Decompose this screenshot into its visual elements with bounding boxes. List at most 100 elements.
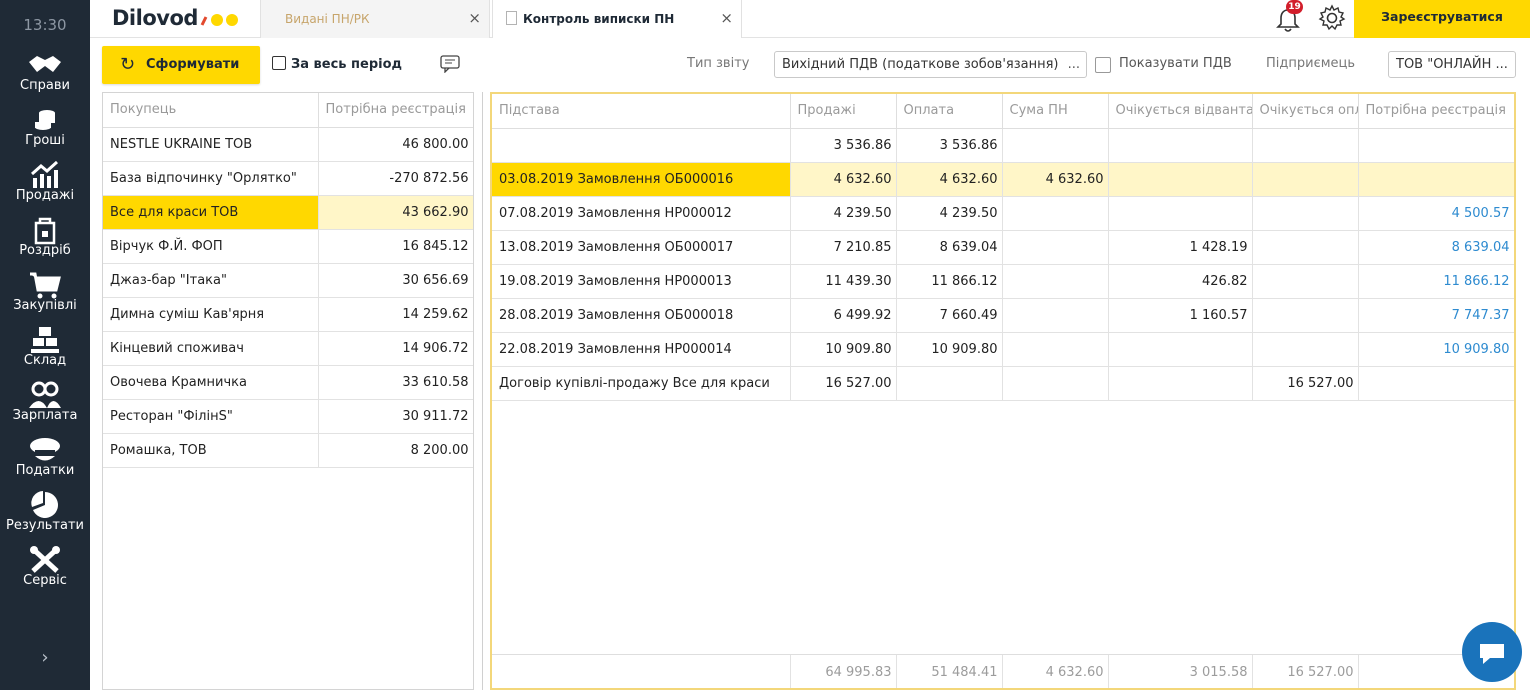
close-tab-icon[interactable]: × [468,9,481,27]
sidebar-item-zarplata[interactable]: Зарплата [0,380,90,435]
buyer-cell: Овочева Крамничка [103,365,319,400]
column-header-payment[interactable]: Оплата [896,94,1003,129]
expected-shipment-cell: 1 160.57 [1108,298,1253,333]
sidebar-item-sklad[interactable]: Склад [0,325,90,380]
column-header-basis[interactable]: Підстава [492,94,791,129]
table-row[interactable]: Кінцевий споживач 14 906.72 [103,331,473,366]
total-expected-shipment-cell: 3 015.58 [1108,655,1253,688]
column-header-expected-shipment[interactable]: Очікується відвантаження [1108,94,1253,129]
sidebar-item-podatky[interactable]: Податки [0,435,90,490]
column-header-registration[interactable]: Потрібна реєстрація [318,93,473,128]
buyer-cell: Все для краси ТОВ [103,195,319,230]
registration-cell: 33 610.58 [318,365,473,400]
sidebar-item-label: Гроші [25,133,65,148]
sales-cell: 10 909.80 [790,332,897,367]
gear-icon[interactable] [1318,4,1346,32]
sidebar-item-rozdrib[interactable]: Роздріб [0,215,90,270]
table-row[interactable]: 03.08.2019 Замовлення ОБ000016 4 632.60 4 … [492,162,1514,197]
table-row[interactable]: NESTLE UKRAINE ТОВ 46 800.00 [103,127,473,162]
table-row[interactable]: 07.08.2019 Замовлення НР000012 4 239.50 4 … [492,196,1514,231]
registration-cell: 46 800.00 [318,127,473,162]
logo-dots-icon [200,14,238,26]
table-row[interactable]: 13.08.2019 Замовлення ОБ000017 7 210.85 8 … [492,230,1514,265]
registration-cell[interactable]: 8 639.04 [1358,230,1514,265]
sidebar-item-label: Закупівлі [13,298,77,313]
table-row[interactable]: Все для краси ТОВ 43 662.90 [103,195,473,230]
column-header-registration[interactable]: Потрібна реєстрація [1358,94,1514,129]
sales-cell: 3 536.86 [790,128,897,163]
splitter[interactable] [482,92,483,690]
table-row[interactable]: Джаз-бар "Ітака" 30 656.69 [103,263,473,298]
register-button[interactable]: Зареєструватися [1354,0,1530,38]
total-sales-cell: 64 995.83 [790,655,897,688]
sidebar-item-zakupivli[interactable]: Закупівлі [0,270,90,325]
buyer-cell: Ресторан "ФілінS" [103,399,319,434]
close-tab-icon[interactable]: × [720,9,733,27]
sidebar-item-label: Справи [20,78,70,93]
expected-payment-cell [1252,128,1359,163]
period-selector[interactable]: За весь період [272,46,402,84]
tab-kontrol[interactable]: Контроль виписки ПН × [492,0,742,38]
sidebar-item-label: Склад [23,353,67,368]
registration-cell[interactable]: 4 500.57 [1358,196,1514,231]
sidebar-item-rezultaty[interactable]: Результати [0,490,90,545]
expected-shipment-cell [1108,196,1253,231]
table-row[interactable]: 19.08.2019 Замовлення НР000013 11 439.30 1… [492,264,1514,299]
registration-cell [1358,366,1514,401]
chat-icon [1480,644,1504,664]
table-row[interactable]: Ромашка, ТОВ 8 200.00 [103,433,473,468]
expected-payment-cell [1252,196,1359,231]
details-table: Підстава Продажі Оплата Сума ПН Очікуєть… [490,92,1516,690]
payment-cell: 7 660.49 [896,298,1003,333]
sidebar-item-servis[interactable]: Сервіс [0,545,90,600]
buyers-table: Покупець Потрібна реєстрація NESTLE UKRA… [102,92,474,690]
registration-cell[interactable]: 10 909.80 [1358,332,1514,367]
table-row[interactable]: Димна суміш Кав'ярня 14 259.62 [103,297,473,332]
enterprise-label: Підприємець [1266,56,1356,71]
table-row[interactable]: 3 536.86 3 536.86 [492,128,1514,163]
column-header-tax-sum[interactable]: Сума ПН [1002,94,1109,129]
expected-payment-cell [1252,298,1359,333]
table-row[interactable]: Вірчук Ф.Й. ФОП 16 845.12 [103,229,473,264]
column-header-expected-payment[interactable]: Очікується оплата [1252,94,1359,129]
more-icon[interactable]: ... [1068,57,1080,72]
enterprise-select[interactable]: ТОВ "ОНЛАЙН ... [1388,51,1516,78]
calendar-icon [272,56,286,70]
expected-payment-cell [1252,162,1359,197]
expand-sidebar-button[interactable]: › [0,647,90,668]
logo: Dilovod [112,6,242,30]
refresh-icon: ↻ [120,54,136,75]
sidebar-item-spravy[interactable]: Справи [0,50,90,105]
registration-cell[interactable]: 11 866.12 [1358,264,1514,299]
registration-cell: 14 259.62 [318,297,473,332]
registration-cell: 43 662.90 [318,195,473,230]
total-expected-payment-cell: 16 527.00 [1252,655,1359,688]
registration-cell: 16 845.12 [318,229,473,264]
table-row[interactable]: Овочева Крамничка 33 610.58 [103,365,473,400]
table-row[interactable]: Договір купівлі-продажу Все для краси 16 … [492,366,1514,401]
show-vat-label[interactable]: Показувати ПДВ [1119,56,1232,71]
table-row[interactable]: 28.08.2019 Замовлення ОБ000018 6 499.92 7 … [492,298,1514,333]
sidebar-item-prodazhi[interactable]: Продажі [0,160,90,215]
table-row[interactable]: Ресторан "ФілінS" 30 911.72 [103,399,473,434]
tab-vydani[interactable]: Видані ПН/РК × [260,0,490,38]
column-header-sales[interactable]: Продажі [790,94,897,129]
registration-cell[interactable]: 7 747.37 [1358,298,1514,333]
chat-button[interactable] [1462,622,1522,682]
report-type-label: Тип звіту [687,56,750,71]
expected-shipment-cell [1108,128,1253,163]
column-header-buyer[interactable]: Покупець [103,93,319,128]
show-vat-checkbox[interactable] [1095,57,1111,73]
form-report-button[interactable]: ↻ Сформувати [102,46,260,84]
comment-icon[interactable] [440,55,460,73]
buyer-cell: Кінцевий споживач [103,331,319,366]
sidebar-item-label: Сервіс [23,573,67,588]
sidebar-item-groshi[interactable]: Гроші [0,105,90,160]
report-type-select[interactable]: Вихідний ПДВ (податкове зобов'язання) ..… [774,51,1087,78]
sales-cell: 4 632.60 [790,162,897,197]
table-row[interactable]: База відпочинку "Орлятко" -270 872.56 [103,161,473,196]
table-row[interactable]: 22.08.2019 Замовлення НР000014 10 909.80 1… [492,332,1514,367]
sidebar-item-label: Результати [6,518,84,533]
chart-growth-icon [31,160,59,188]
notification-badge: 19 [1286,0,1303,14]
